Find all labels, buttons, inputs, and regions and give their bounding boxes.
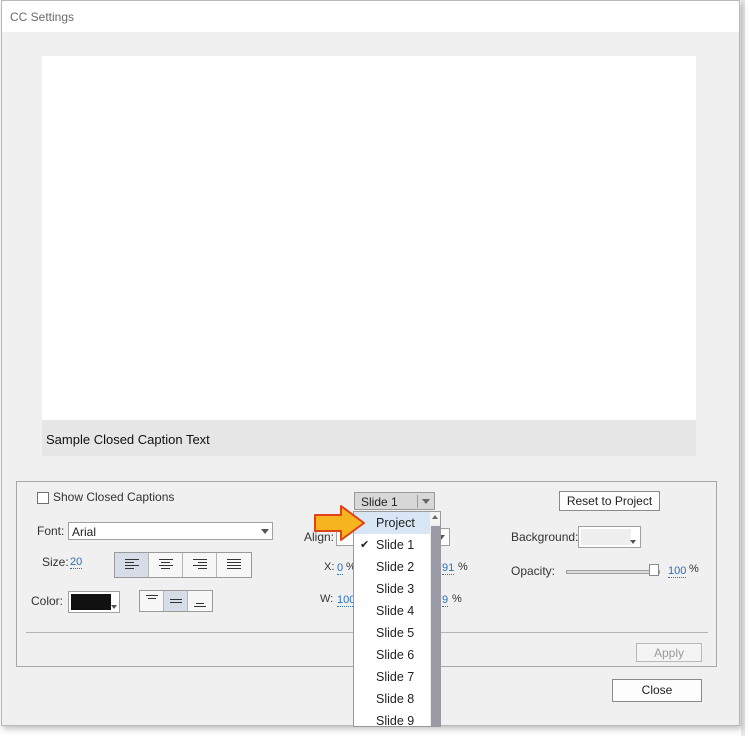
dropdown-item-slide-3[interactable]: Slide 3 <box>354 578 430 600</box>
size-value[interactable]: 20 <box>70 556 83 569</box>
dropdown-item-slide-9[interactable]: Slide 9 <box>354 710 430 726</box>
dropdown-item-slide-8[interactable]: Slide 8 <box>354 688 430 710</box>
w-label: W: <box>320 593 334 605</box>
h-value[interactable]: 9 <box>442 594 449 607</box>
slide-select-separator <box>417 495 418 508</box>
align-justify-button[interactable] <box>217 553 251 577</box>
valign-top-button[interactable] <box>140 591 164 611</box>
show-captions-label: Show Closed Captions <box>53 490 175 504</box>
apply-button[interactable]: Apply <box>636 643 702 662</box>
background-edge <box>741 0 745 736</box>
show-captions-checkbox[interactable] <box>37 492 49 504</box>
opacity-slider-thumb[interactable] <box>649 564 659 576</box>
dropdown-item-slide-2[interactable]: Slide 2 <box>354 556 430 578</box>
opacity-label: Opacity: <box>511 564 556 578</box>
align-center-button[interactable] <box>149 553 183 577</box>
x-value[interactable]: 0 <box>337 562 344 575</box>
font-select[interactable]: Arial <box>68 522 273 540</box>
color-swatch-fill <box>71 594 111 610</box>
scrollbar-thumb[interactable] <box>431 526 440 726</box>
scroll-up-icon <box>432 515 438 519</box>
align-left-button[interactable] <box>115 553 149 577</box>
chevron-down-icon <box>111 605 117 609</box>
dropdown-item-slide-4[interactable]: Slide 4 <box>354 600 430 622</box>
close-button[interactable]: Close <box>612 679 702 702</box>
opacity-slider-track[interactable] <box>566 570 660 574</box>
h-unit: % <box>452 593 462 605</box>
color-label: Color: <box>31 594 64 608</box>
background-label: Background: <box>511 530 579 544</box>
color-picker[interactable] <box>68 591 120 613</box>
chevron-down-icon <box>422 499 430 504</box>
arrow-pointer-icon <box>314 505 365 541</box>
chevron-down-icon <box>261 529 269 534</box>
align-right-icon <box>193 559 207 571</box>
valign-middle-button[interactable] <box>164 591 188 611</box>
reset-to-project-button[interactable]: Reset to Project <box>559 491 660 511</box>
vertical-align-group <box>139 590 213 612</box>
caption-preview-text: Sample Closed Caption Text <box>46 432 210 447</box>
text-align-group <box>114 552 252 578</box>
align-center-icon <box>159 559 173 571</box>
x-label: X: <box>324 561 335 573</box>
font-label: Font: <box>37 524 65 538</box>
dropdown-item-slide-6[interactable]: Slide 6 <box>354 644 430 666</box>
dialog-title: CC Settings <box>10 10 75 24</box>
preview-area <box>42 56 696 456</box>
y-unit: % <box>458 561 468 573</box>
background-color-picker[interactable] <box>578 526 641 548</box>
size-label: Size: <box>42 555 69 569</box>
title-bar: CC Settings <box>2 1 739 32</box>
valign-bottom-button[interactable] <box>188 591 212 611</box>
dropdown-item-slide-5[interactable]: Slide 5 <box>354 622 430 644</box>
scroll-up-button[interactable] <box>430 512 440 524</box>
align-justify-icon <box>227 559 241 571</box>
caption-preview-bar: Sample Closed Caption Text <box>42 420 696 456</box>
opacity-value[interactable]: 100 <box>668 565 687 578</box>
slide-dropdown-list: Project ✔ Slide 1 Slide 2 Slide 3 Slide 4… <box>353 511 441 727</box>
opacity-unit: % <box>689 563 699 575</box>
chevron-down-icon <box>630 540 636 544</box>
align-left-icon <box>125 559 139 571</box>
background-swatch-fill <box>581 529 631 545</box>
font-value: Arial <box>72 525 97 539</box>
align-right-button[interactable] <box>183 553 217 577</box>
dropdown-item-slide-7[interactable]: Slide 7 <box>354 666 430 688</box>
y-value[interactable]: 91 <box>442 562 455 575</box>
